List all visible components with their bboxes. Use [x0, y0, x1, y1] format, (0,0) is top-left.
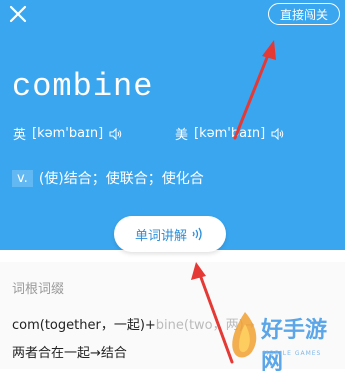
uk-pronunciation[interactable]: 英 [kəm'baɪn] — [13, 124, 122, 143]
us-pronunciation[interactable]: 美 [kəm'baɪn] — [175, 124, 284, 143]
part-of-speech-badge: v. — [12, 169, 33, 187]
etymology-line-2: 两者合在一起→结合 — [12, 346, 127, 361]
definition-text: (使)结合；使联合；使化合 — [38, 171, 204, 187]
sound-waves-icon — [192, 227, 202, 241]
etymology-line-1-part-a: com(together，一起)+ — [12, 318, 156, 333]
uk-label: 英 — [13, 128, 27, 143]
watermark-logo-icon — [232, 312, 257, 358]
watermark-text: 好手游网 — [261, 318, 328, 375]
uk-phonetic: [kəm'baɪn] — [32, 126, 104, 141]
word-header-panel: 直接闯关 combine 英 [kəm'baɪn] 美 [kəm'baɪn] v… — [0, 0, 345, 250]
speaker-icon[interactable] — [271, 127, 284, 140]
etymology-line-1: com(together，一起)+bine(two，两)→ — [12, 314, 255, 333]
word-explanation-button[interactable]: 单词讲解 — [114, 216, 226, 252]
us-label: 美 — [175, 128, 189, 143]
etymology-title: 词根词缀 — [12, 282, 65, 297]
close-icon[interactable] — [8, 4, 28, 24]
watermark: 好手游网 MOBILE GAMES — [225, 306, 345, 375]
us-phonetic: [kəm'baɪn] — [194, 126, 266, 141]
word-title: combine — [12, 68, 154, 105]
explain-button-label: 单词讲解 — [134, 228, 187, 244]
watermark-subtext: MOBILE GAMES — [263, 350, 322, 357]
speaker-icon[interactable] — [109, 127, 122, 140]
definition-row: v. (使)结合；使联合；使化合 — [12, 168, 204, 188]
skip-level-button[interactable]: 直接闯关 — [268, 3, 340, 25]
